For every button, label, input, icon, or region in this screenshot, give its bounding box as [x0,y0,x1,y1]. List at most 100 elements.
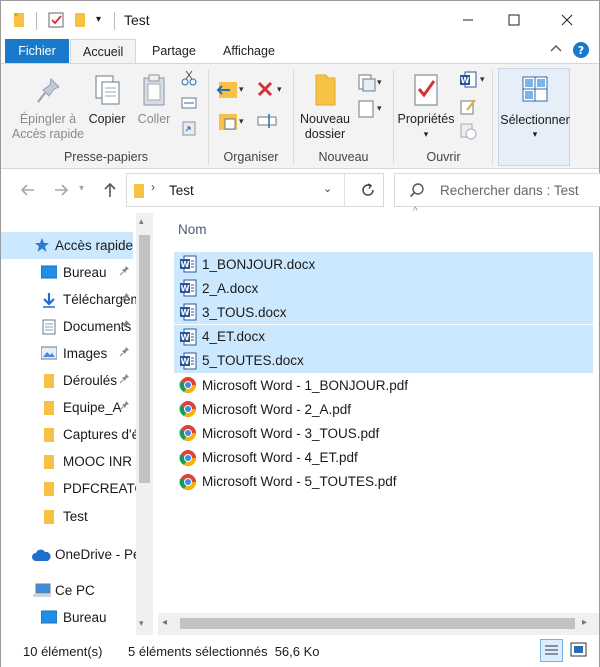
properties-icon[interactable] [48,12,64,31]
address-bar[interactable]: › Test ⌄ [126,173,384,207]
nav-item-label: Bureau [63,265,107,280]
scroll-left-icon[interactable]: ◂ [162,617,167,628]
scroll-down-icon[interactable]: ▾ [139,618,144,629]
file-row[interactable]: W 3_TOUS.docx [174,300,593,325]
refresh-icon[interactable] [359,181,377,202]
delete-icon[interactable]: ▾ [256,80,286,103]
back-button[interactable] [19,181,37,204]
new-folder-label: Nouveau dossier [299,112,351,141]
new-item-icon[interactable]: ▾ [356,72,384,97]
properties-button[interactable]: Propriétés ▾ [397,72,455,142]
svg-text:W: W [181,357,190,366]
folder-icon [43,400,55,419]
help-icon[interactable]: ? [572,41,590,62]
breadcrumb[interactable]: Test [169,183,194,198]
file-row[interactable]: W 1_BONJOUR.docx [174,252,593,276]
breadcrumb-separator-icon[interactable]: › [151,180,155,194]
sidebar-item-pdfcreator[interactable]: PDFCREATOR [1,475,136,502]
copy-path-icon[interactable] [181,96,197,113]
nav-pc-bureau[interactable]: Bureau [1,604,136,631]
new-folder-button[interactable]: Nouveau dossier [298,72,352,142]
sidebar-item-mooc-inr[interactable]: MOOC INR [1,448,136,475]
scrollbar-thumb[interactable] [139,235,150,483]
maximize-button[interactable] [491,1,537,39]
new-folder-icon[interactable] [74,12,88,31]
tab-view[interactable]: Affichage [211,39,287,63]
paste-button[interactable]: Coller [134,74,174,127]
nav-this-pc[interactable]: Ce PC [1,577,136,604]
file-row[interactable]: Microsoft Word - 1_BONJOUR.pdf [174,373,593,397]
scroll-right-icon[interactable]: ▸ [582,617,587,628]
details-view-button[interactable] [540,639,563,662]
large-icons-view-button[interactable] [568,640,589,664]
tab-share[interactable]: Partage [140,39,208,63]
sidebar-item-documents[interactable]: Documents [1,313,136,340]
file-row[interactable]: W 2_A.docx [174,276,593,301]
copy-icon [95,75,120,105]
paste-label: Coller [137,112,171,126]
status-bar: 10 élément(s) 5 éléments sélectionnés 56… [1,635,599,667]
file-row[interactable]: Microsoft Word - 3_TOUS.pdf [174,421,593,445]
svg-text:▾: ▾ [277,84,282,94]
history-icon[interactable] [459,122,477,143]
sidebar-item-captures-d-cran[interactable]: Captures d'écran [1,421,136,448]
edit-icon[interactable] [459,98,477,119]
sidebar-item-t-l-chargements[interactable]: Téléchargements [1,286,136,313]
tab-home[interactable]: Accueil [70,39,137,63]
separator [344,174,345,206]
recent-locations-chevron-icon[interactable]: ▾ [79,183,84,194]
file-row[interactable]: W 5_TOUTES.docx [174,348,593,373]
copy-button[interactable]: Copier [87,74,127,127]
paste-shortcut-icon[interactable] [181,120,197,139]
cut-icon[interactable] [181,70,197,89]
scroll-up-icon[interactable]: ▴ [139,216,144,227]
sidebar-item-images[interactable]: Images [1,340,136,367]
copy-to-icon[interactable]: ▾ [216,110,244,137]
search-input[interactable]: Rechercher dans : Test [394,173,600,207]
chevron-down-icon[interactable]: ▾ [96,14,101,25]
nav-quick-access[interactable]: Accès rapide [1,232,133,259]
nav-scrollbar[interactable]: ▴ ▾ [136,213,153,635]
nav-item-label: Test [63,509,88,524]
select-button[interactable]: Sélectionner ▾ [498,68,570,166]
paste-icon [143,74,165,106]
file-row[interactable]: Microsoft Word - 5_TOUTES.pdf [174,470,593,494]
folder-icon [133,183,145,202]
documents-icon [41,319,57,338]
pin-quick-access-button[interactable]: Épingler à Accès rapide [9,76,87,142]
sidebar-item-test[interactable]: Test [1,503,136,530]
nav-onedrive[interactable]: OneDrive - Pe [1,541,136,568]
scrollbar-thumb[interactable] [180,618,575,629]
separator [293,70,294,164]
file-name: 5_TOUTES.docx [202,353,304,369]
sidebar-item-equipe-a[interactable]: Equipe_A [1,394,136,421]
address-dropdown-icon[interactable]: ⌄ [323,182,332,195]
rename-icon[interactable] [257,112,277,133]
pin-icon [119,319,130,333]
forward-button[interactable] [52,181,70,204]
svg-text:W: W [181,333,190,342]
search-icon [409,182,425,201]
sidebar-item-d-roul-s[interactable]: Déroulés [1,367,136,394]
open-with-word-icon[interactable]: W ▾ [458,70,488,93]
close-button[interactable] [544,1,590,39]
tab-file[interactable]: Fichier [5,39,69,63]
collapse-ribbon-icon[interactable] [549,41,563,58]
navigation-pane: ▾ Accès rapide Bureau TéléchargementsDocu… [1,213,156,635]
easy-access-icon[interactable]: ▾ [356,98,384,123]
file-row[interactable]: Microsoft Word - 4_ET.pdf [174,446,593,470]
sidebar-item-bureau[interactable]: Bureau [1,259,136,286]
download-icon [41,292,57,311]
minimize-button[interactable] [445,1,491,39]
file-name: Microsoft Word - 3_TOUS.pdf [202,425,380,441]
select-all-icon [521,75,549,106]
column-header-name[interactable]: Nom [178,222,207,237]
properties-label: Propriétés [397,112,455,126]
horizontal-scrollbar[interactable]: ◂ ▸ [158,613,599,635]
up-button[interactable] [101,181,119,204]
file-row[interactable]: W 4_ET.docx [174,324,593,349]
file-list: ^ Nom W 1_BONJOUR.docx W 2_A.docx W 3_TOUS.do… [158,206,599,635]
file-row[interactable]: Microsoft Word - 2_A.pdf [174,397,593,421]
move-to-icon[interactable]: ▾ [216,78,244,105]
cloud-icon [31,548,51,565]
